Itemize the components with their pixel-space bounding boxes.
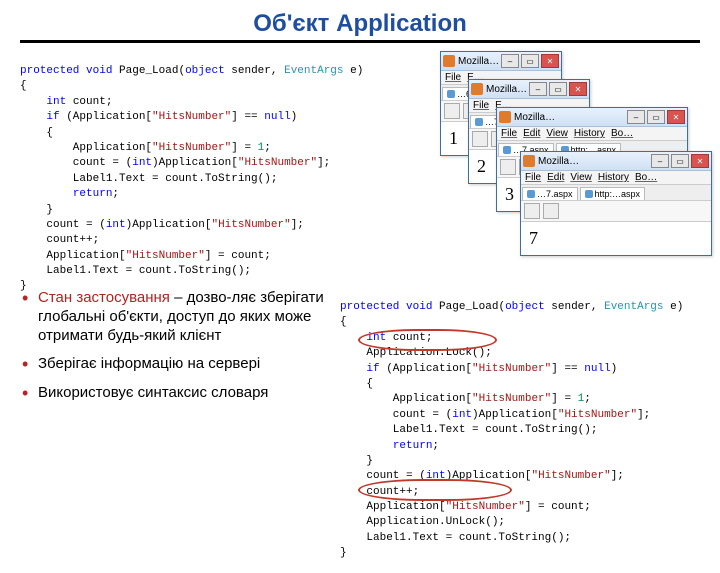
browser-tab[interactable]: …7.aspx (522, 187, 578, 200)
menu-item[interactable]: History (598, 172, 629, 183)
menu-item[interactable]: File (525, 172, 541, 183)
code-block-2: protected void Page_Load(object sender, … (340, 300, 700, 562)
toolbar (521, 201, 711, 222)
maximize-button[interactable]: ▭ (521, 54, 539, 68)
window-titlebar: Mozilla… – ▭ ✕ (469, 80, 589, 99)
firefox-icon (471, 83, 483, 95)
emphasis: Стан застосування (38, 289, 170, 306)
back-button[interactable] (500, 159, 516, 175)
maximize-button[interactable]: ▭ (549, 82, 567, 96)
page-body: 7 (521, 222, 711, 255)
minimize-button[interactable]: – (501, 54, 519, 68)
top-area: protected void Page_Load(object sender, … (20, 51, 700, 281)
page-icon (447, 90, 455, 98)
page-icon (527, 190, 535, 198)
minimize-button[interactable]: – (651, 154, 669, 168)
bottom-area: Стан застосування – дозво-ляє зберігати … (20, 289, 700, 573)
menu-item[interactable]: Edit (547, 172, 564, 183)
window-titlebar: Mozilla… – ▭ ✕ (521, 152, 711, 171)
page-icon (585, 190, 593, 198)
menu-item[interactable]: File (473, 100, 489, 111)
maximize-button[interactable]: ▭ (647, 110, 665, 124)
firefox-icon (523, 155, 535, 167)
list-item: Стан застосування – дозво-ляє зберігати … (20, 289, 330, 345)
code-block-2-wrap: protected void Page_Load(object sender, … (340, 289, 700, 573)
firefox-icon (499, 111, 511, 123)
menu-item[interactable]: View (570, 172, 592, 183)
tab-bar: …7.aspxhttp:…aspx (521, 185, 711, 201)
back-button[interactable] (524, 203, 540, 219)
page-icon (475, 118, 483, 126)
list-item: Використовує синтаксис словаря (20, 384, 330, 403)
firefox-icon (443, 55, 455, 67)
divider (20, 40, 700, 43)
window-title: Mozilla… (458, 56, 501, 67)
window-title: Mozilla… (538, 156, 651, 167)
browser-tab[interactable]: http:…aspx (580, 187, 646, 200)
window-titlebar: Mozilla… – ▭ ✕ (441, 52, 561, 71)
minimize-button[interactable]: – (627, 110, 645, 124)
menu-item[interactable]: History (574, 128, 605, 139)
close-button[interactable]: ✕ (541, 54, 559, 68)
menu-bar[interactable]: File Edit View History Bo… (497, 127, 687, 141)
back-button[interactable] (472, 131, 488, 147)
menu-item[interactable]: File (501, 128, 517, 139)
menu-item[interactable]: Bo… (635, 172, 657, 183)
code-block-1: protected void Page_Load(object sender, … (20, 62, 432, 270)
menu-item[interactable]: File (445, 72, 461, 83)
close-button[interactable]: ✕ (667, 110, 685, 124)
close-button[interactable]: ✕ (691, 154, 709, 168)
close-button[interactable]: ✕ (569, 82, 587, 96)
window-titlebar: Mozilla… – ▭ ✕ (497, 108, 687, 127)
browser-window-stack: Mozilla… – ▭ ✕ FileE… …6.a 1 Mozilla… – … (440, 51, 700, 281)
page-icon (503, 146, 511, 154)
window-title: Mozilla… (486, 84, 529, 95)
maximize-button[interactable]: ▭ (671, 154, 689, 168)
menu-item[interactable]: Bo… (611, 128, 633, 139)
bullet-list: Стан застосування – дозво-ляє зберігати … (20, 289, 330, 573)
menu-item[interactable]: View (546, 128, 568, 139)
slide-title: Об'єкт Application (20, 10, 700, 38)
menu-item[interactable]: Edit (523, 128, 540, 139)
browser-window: Mozilla… – ▭ ✕ File Edit View History Bo… …7… (520, 151, 712, 256)
menu-bar[interactable]: File Edit View History Bo… (521, 171, 711, 185)
list-item: Зберігає інформацію на сервері (20, 355, 330, 374)
forward-button[interactable] (543, 203, 559, 219)
back-button[interactable] (444, 103, 460, 119)
minimize-button[interactable]: – (529, 82, 547, 96)
window-title: Mozilla… (514, 112, 627, 123)
